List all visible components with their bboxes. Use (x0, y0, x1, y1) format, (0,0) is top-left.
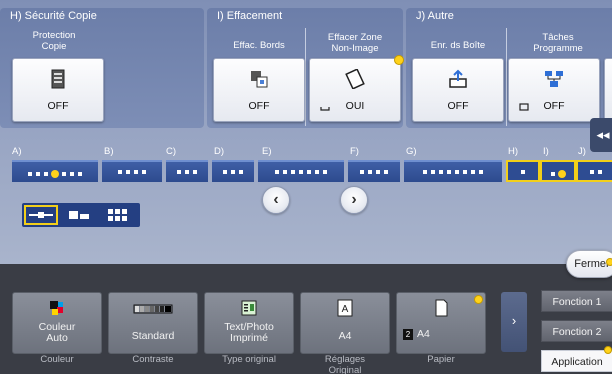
original-type-icon (241, 300, 257, 316)
function-label-copy-protect: Protection Copie (32, 30, 76, 52)
index-letter-g: G) (406, 146, 417, 157)
original-settings-icon: A (337, 299, 353, 317)
index-letter-c: C) (166, 146, 177, 157)
paper-tray-badge: 2 (403, 329, 413, 340)
category-header-erase: I) Effacement (217, 10, 283, 22)
index-segment-e[interactable] (258, 160, 344, 182)
index-letter-d: D) (214, 146, 225, 157)
save-to-box-button[interactable]: OFF (412, 58, 504, 122)
color-setting-button[interactable]: Couleur Auto (12, 292, 102, 354)
setting-active-indicator (606, 258, 612, 266)
paper-setting-value: A4 (417, 328, 430, 340)
index-letter-b: B) (104, 146, 114, 157)
original-type-button[interactable]: Text/Photo Imprimé (204, 292, 294, 354)
view-mode-selector (22, 203, 140, 227)
index-letter-i: I) (543, 146, 549, 157)
copy-protect-value: OFF (47, 100, 69, 112)
index-segment-g[interactable] (404, 160, 502, 182)
frame-erase-button[interactable]: OFF (213, 58, 305, 122)
index-segment-f[interactable] (348, 160, 400, 182)
color-caption: Couleur (40, 354, 74, 365)
function-label-non-image-erase: Effacer Zone Non-Image (327, 32, 383, 54)
partial-function-button[interactable] (604, 58, 612, 122)
view-list-button[interactable] (24, 205, 58, 225)
list-view-icon (29, 212, 53, 218)
svg-text:A: A (342, 304, 349, 315)
setting-active-indicator (394, 55, 404, 65)
index-letter-a: A) (12, 146, 22, 157)
index-letter-h: H) (508, 146, 519, 157)
paper-icon (435, 299, 448, 317)
index-letter-e: E) (262, 146, 272, 157)
more-settings-button[interactable]: › (501, 292, 527, 352)
index-segment-c[interactable] (166, 160, 208, 182)
collapse-panel-button[interactable]: ◂◂ (590, 118, 612, 152)
tab-application[interactable]: Application (541, 350, 612, 372)
divider (305, 28, 306, 126)
density-caption: Contraste (132, 354, 174, 365)
index-segment-b[interactable] (102, 160, 162, 182)
setting-active-indicator (474, 295, 483, 304)
next-page-button[interactable]: › (340, 186, 368, 214)
original-type-value: Text/Photo Imprimé (224, 321, 274, 344)
original-settings-button[interactable]: A A4 (300, 292, 390, 354)
save-to-box-value: OFF (447, 100, 469, 112)
prev-page-button[interactable]: ‹ (262, 186, 290, 214)
program-jobs-value: OFF (543, 100, 565, 112)
setting-active-indicator (604, 346, 612, 354)
program-jobs-icon (545, 71, 563, 87)
density-setting-button[interactable]: Standard (108, 292, 198, 354)
program-jobs-button[interactable]: OFF (508, 58, 600, 122)
divider (506, 28, 507, 126)
category-header-security: H) Sécurité Copie (10, 10, 97, 22)
frame-erase-value: OFF (248, 100, 270, 112)
non-image-erase-value: OUI (345, 100, 365, 112)
tab-fonction-1[interactable]: Fonction 1 (541, 290, 612, 312)
view-medium-button[interactable] (64, 205, 98, 225)
function-label-program-jobs: Tâches Programme (533, 32, 583, 54)
copy-protect-button[interactable]: OFF (12, 58, 104, 122)
medium-view-icon (69, 211, 89, 219)
tab-fonction-2[interactable]: Fonction 2 (541, 320, 612, 342)
view-grid-button[interactable] (102, 205, 136, 225)
paper-caption: Papier (427, 354, 455, 365)
density-icon (133, 304, 173, 314)
copy-protect-icon (51, 69, 65, 89)
original-settings-value: A4 (338, 330, 352, 342)
index-letter-j: J) (578, 146, 586, 157)
function-label-frame-erase: Effac. Bords (233, 40, 285, 51)
frame-erase-icon (251, 71, 268, 88)
density-setting-value: Standard (131, 330, 175, 342)
color-icon (50, 301, 63, 315)
category-header-other: J) Autre (416, 10, 454, 22)
grid-view-icon (108, 209, 127, 221)
function-label-save-to-box: Enr. ds Boîte (430, 40, 486, 51)
close-button[interactable]: Fermer (566, 250, 612, 278)
paper-setting-button[interactable]: 2 A4 (396, 292, 486, 354)
index-segment-a[interactable] (12, 160, 98, 182)
index-segment-j[interactable] (576, 160, 612, 182)
non-image-erase-icon (345, 69, 365, 89)
non-image-erase-button[interactable]: OUI (309, 55, 404, 122)
original-type-caption: Type original (222, 354, 276, 365)
index-letter-f: F) (350, 146, 359, 157)
original-settings-caption: Réglages Original (324, 354, 366, 374)
index-segment-i[interactable] (540, 160, 576, 182)
save-to-box-icon (449, 69, 467, 88)
index-segment-d[interactable] (212, 160, 254, 182)
index-segment-h[interactable] (506, 160, 540, 182)
color-setting-value: Couleur Auto (38, 321, 76, 344)
